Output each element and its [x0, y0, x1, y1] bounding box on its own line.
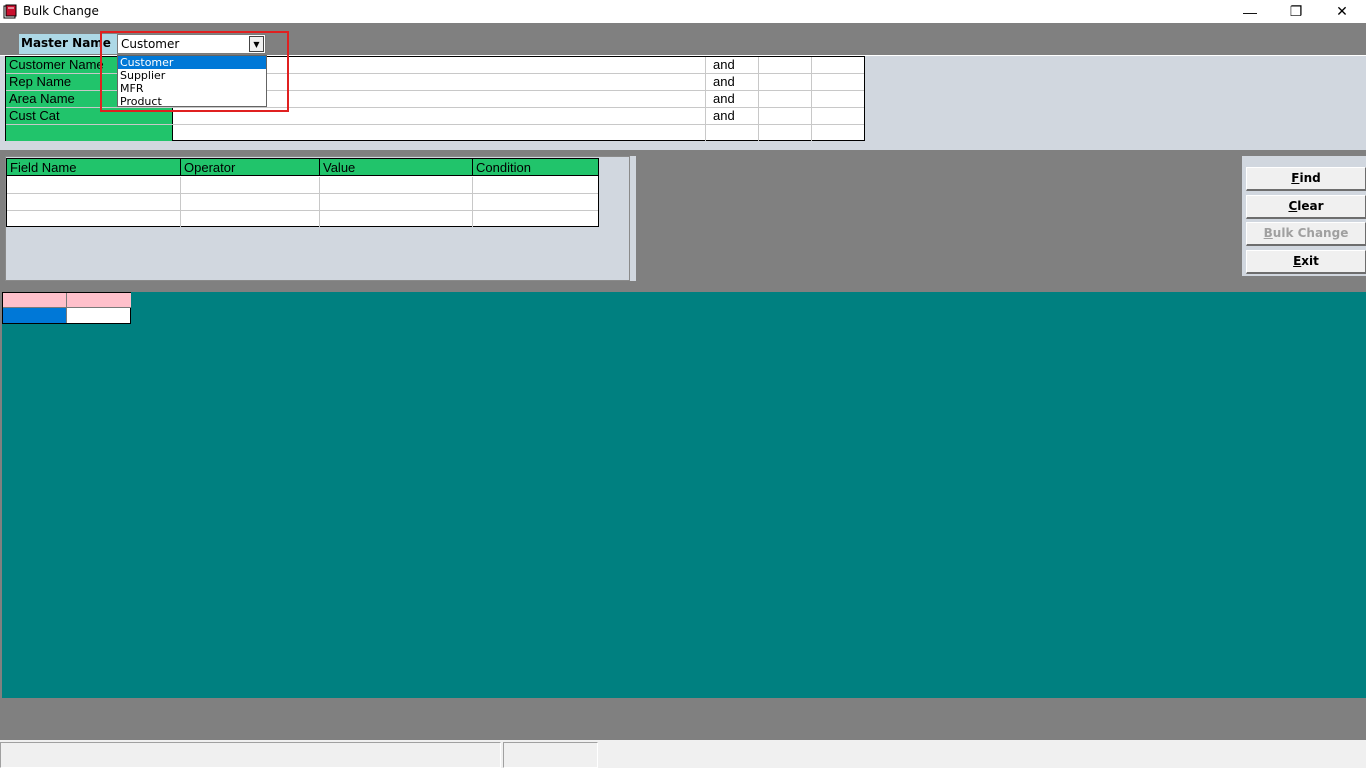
criteria-conjunction[interactable]: and [706, 108, 759, 124]
master-name-combo[interactable]: Customer ▼ [117, 34, 266, 54]
criteria-conjunction[interactable]: and [706, 57, 759, 73]
minimize-button[interactable]: — [1227, 0, 1273, 23]
bulk-change-button[interactable]: Bulk Change [1246, 222, 1366, 246]
condition-panel-edge [630, 156, 636, 281]
criteria-extra-cell[interactable] [812, 57, 864, 73]
criteria-conjunction[interactable]: and [706, 74, 759, 90]
condition-cell[interactable] [473, 194, 598, 210]
condition-cell[interactable] [473, 211, 598, 227]
results-header-cell [67, 293, 131, 308]
criteria-extra-cell[interactable] [812, 91, 864, 107]
master-name-value: Customer [121, 37, 180, 51]
results-selected-cell[interactable] [3, 308, 67, 323]
table-row [7, 194, 598, 211]
condition-cell[interactable] [7, 177, 181, 193]
criteria-row: Cust Cat and [6, 108, 864, 125]
table-row [7, 211, 598, 228]
app-book-icon [3, 4, 17, 19]
exit-button[interactable]: Exit [1246, 250, 1366, 274]
dropdown-option-supplier[interactable]: Supplier [118, 69, 266, 82]
restore-icon: ❐ [1289, 3, 1303, 19]
condition-cell[interactable] [320, 177, 473, 193]
criteria-extra-cell[interactable] [759, 74, 812, 90]
condition-cell[interactable] [181, 177, 320, 193]
criteria-extra-cell[interactable] [812, 108, 864, 124]
criteria-value-cell[interactable] [173, 108, 706, 124]
close-icon: ✕ [1336, 3, 1348, 19]
criteria-row [6, 125, 864, 142]
condition-grid: Field Name Operator Value Condition [6, 158, 599, 227]
criteria-extra-cell[interactable] [759, 108, 812, 124]
criteria-extra-cell[interactable] [812, 125, 864, 141]
condition-cell[interactable] [7, 194, 181, 210]
dropdown-option-mfr[interactable]: MFR [118, 82, 266, 95]
chevron-down-icon[interactable]: ▼ [249, 36, 264, 52]
criteria-value-cell[interactable] [173, 125, 706, 141]
minimize-icon: — [1243, 3, 1257, 20]
criteria-label [6, 125, 173, 141]
condition-cell[interactable] [181, 194, 320, 210]
dropdown-option-customer[interactable]: Customer [118, 56, 266, 69]
dropdown-option-product[interactable]: Product [118, 95, 266, 108]
condition-grid-header: Field Name Operator Value Condition [7, 159, 598, 176]
column-header-field-name: Field Name [7, 159, 181, 176]
criteria-conjunction[interactable]: and [706, 91, 759, 107]
results-cell[interactable] [67, 308, 131, 323]
restore-button[interactable]: ❐ [1273, 0, 1319, 23]
results-area[interactable] [2, 292, 1366, 698]
condition-cell[interactable] [181, 211, 320, 227]
condition-cell[interactable] [7, 211, 181, 227]
close-button[interactable]: ✕ [1319, 0, 1365, 23]
criteria-extra-cell[interactable] [759, 91, 812, 107]
column-header-value: Value [320, 159, 473, 176]
status-pane-secondary [503, 742, 598, 768]
criteria-label: Cust Cat [6, 108, 173, 124]
criteria-conjunction[interactable] [706, 125, 759, 141]
results-grid[interactable] [2, 292, 131, 324]
criteria-extra-cell[interactable] [759, 125, 812, 141]
title-bar: Bulk Change — ❐ ✕ [0, 0, 1366, 23]
clear-button[interactable]: Clear [1246, 195, 1366, 219]
column-header-operator: Operator [181, 159, 320, 176]
criteria-extra-cell[interactable] [812, 74, 864, 90]
table-row [7, 177, 598, 194]
condition-cell[interactable] [320, 194, 473, 210]
master-name-dropdown: Customer Supplier MFR Product [117, 55, 267, 108]
master-name-label: Master Name [19, 34, 117, 54]
window-title: Bulk Change [23, 4, 99, 18]
status-pane-main [0, 742, 501, 768]
column-header-condition: Condition [476, 160, 531, 175]
find-button[interactable]: Find [1246, 167, 1366, 191]
results-header-cell [3, 293, 67, 308]
condition-cell[interactable] [473, 177, 598, 193]
condition-cell[interactable] [320, 211, 473, 227]
criteria-extra-cell[interactable] [759, 57, 812, 73]
